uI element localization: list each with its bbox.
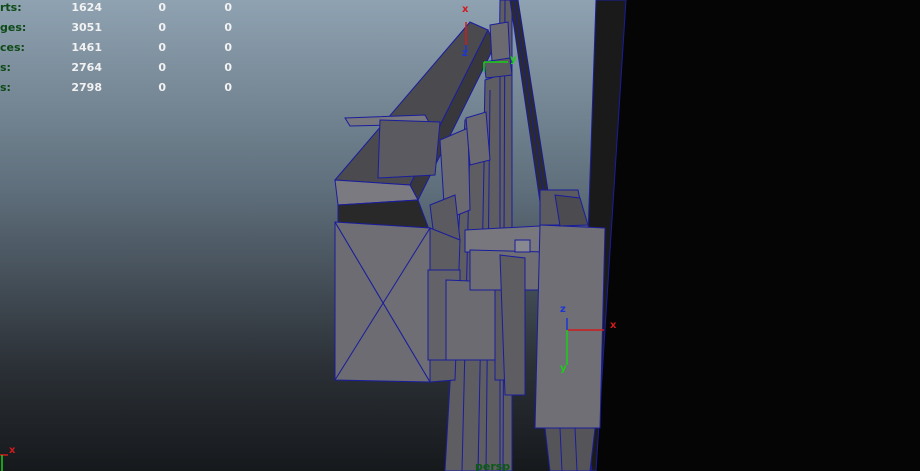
hud-value: 0 — [224, 21, 232, 34]
3d-viewport[interactable]: x z y z x y x rts: 1624 0 0 ges: 3051 0 … — [0, 0, 920, 471]
hud-value: 0 — [224, 1, 232, 14]
gizmo-bottom-z-label: z — [560, 304, 566, 315]
hud-value: 0 — [158, 1, 166, 14]
hud-value: 1461 — [71, 41, 102, 54]
hud-label: ces: — [0, 41, 25, 54]
hud-label: s: — [0, 61, 11, 74]
gizmo-top-z-label: z — [462, 48, 468, 59]
view-axis-indicator — [0, 454, 8, 471]
gizmo-bottom-x-label: x — [610, 320, 617, 331]
gizmo-bottom-y-label: y — [560, 363, 567, 374]
hud-label: rts: — [0, 1, 22, 14]
hud-value: 0 — [158, 61, 166, 74]
hud-value: 0 — [158, 41, 166, 54]
mount-box — [334, 221, 461, 384]
hud-value: 0 — [158, 21, 166, 34]
hud-value: 2798 — [71, 81, 102, 94]
hud-label: s: — [0, 81, 11, 94]
hud-value: 0 — [224, 81, 232, 94]
hud-value: 0 — [224, 61, 232, 74]
hud-label: ges: — [0, 21, 27, 34]
hud-value: 0 — [158, 81, 166, 94]
gizmo-top-x-label: x — [462, 4, 469, 15]
camera-name-label: persp — [475, 460, 511, 471]
scene-mesh[interactable] — [0, 0, 920, 471]
gizmo-top-y-label: y — [510, 54, 517, 65]
hud-value: 0 — [224, 41, 232, 54]
hud-value: 1624 — [71, 1, 102, 14]
corner-x-label: x — [9, 445, 16, 456]
hud-value: 2764 — [71, 61, 102, 74]
hud-value: 3051 — [71, 21, 102, 34]
